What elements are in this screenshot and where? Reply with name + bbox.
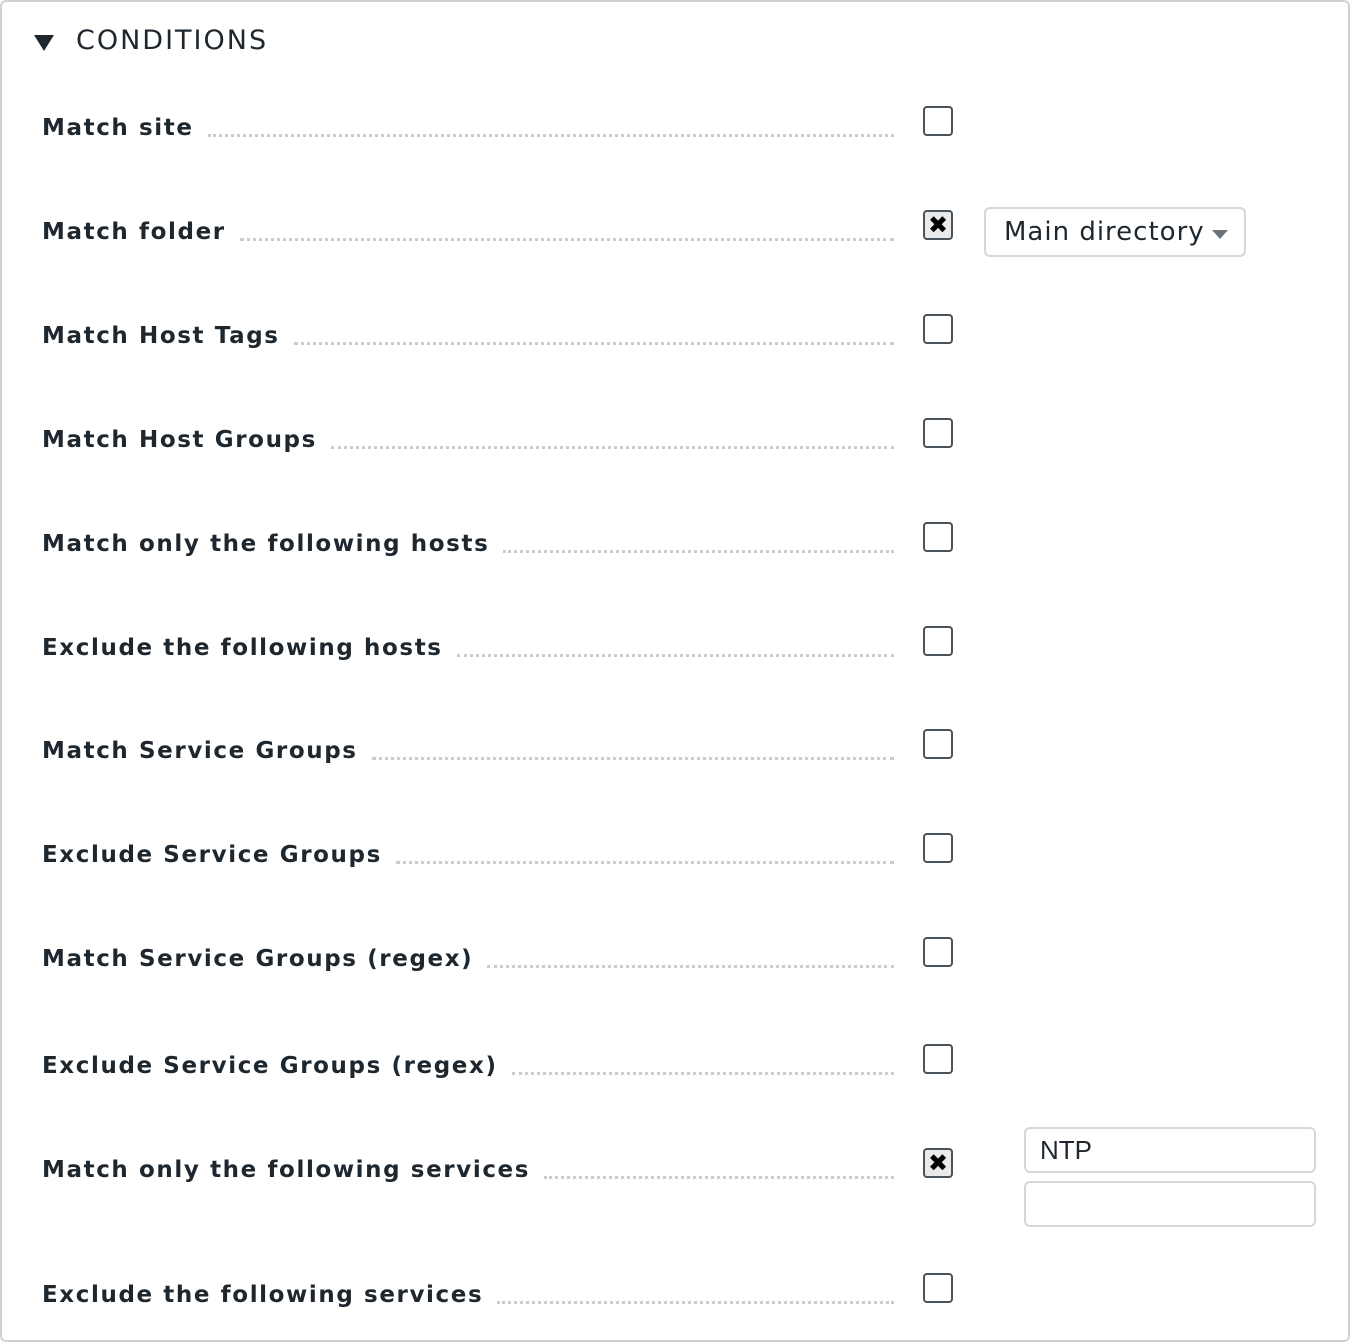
match-host-tags-checkbox[interactable] (923, 314, 953, 344)
condition-row-match-host-groups: Match Host Groups (42, 418, 1322, 460)
match-folder-checkbox[interactable]: ✖ (923, 210, 953, 240)
condition-label: Match site (42, 115, 194, 141)
match-service-groups-regex-checkbox[interactable] (923, 937, 953, 967)
dotted-leader (207, 133, 894, 137)
checked-x-icon: ✖ (927, 1149, 949, 1177)
folder-select[interactable]: Main directory (984, 207, 1246, 257)
dotted-leader (371, 756, 894, 760)
match-host-groups-checkbox[interactable] (923, 418, 953, 448)
condition-label: Match Service Groups (42, 738, 358, 764)
dotted-leader (239, 237, 894, 241)
condition-row-match-service-groups: Match Service Groups (42, 729, 1322, 771)
condition-row-match-hosts: Match only the following hosts (42, 522, 1322, 564)
triangle-down-icon[interactable] (34, 35, 54, 51)
condition-label: Exclude the following hosts (42, 635, 443, 661)
condition-label: Exclude the following services (42, 1282, 484, 1308)
condition-row-exclude-hosts: Exclude the following hosts (42, 626, 1322, 668)
condition-label: Match Service Groups (regex) (42, 946, 474, 972)
section-title: CONDITIONS (76, 24, 269, 56)
condition-row-match-service-groups-regex: Match Service Groups (regex) (42, 937, 1322, 979)
condition-label: Match only the following hosts (42, 531, 490, 557)
dotted-leader (511, 1071, 894, 1075)
exclude-service-groups-regex-checkbox[interactable] (923, 1044, 953, 1074)
match-services-checkbox[interactable]: ✖ (923, 1148, 953, 1178)
condition-row-exclude-service-groups: Exclude Service Groups (42, 833, 1322, 875)
condition-row-match-site: Match site (42, 106, 1322, 148)
chevron-down-icon (1212, 230, 1228, 239)
dotted-leader (503, 549, 894, 553)
dotted-leader (330, 445, 894, 449)
condition-label: Match Host Tags (42, 323, 280, 349)
condition-label: Exclude Service Groups (regex) (42, 1053, 498, 1079)
exclude-services-checkbox[interactable] (923, 1273, 953, 1303)
condition-label: Exclude Service Groups (42, 842, 382, 868)
match-hosts-checkbox[interactable] (923, 522, 953, 552)
service-pattern-input-2[interactable] (1024, 1181, 1316, 1227)
checked-x-icon: ✖ (927, 211, 949, 239)
dotted-leader (456, 653, 894, 657)
dotted-leader (293, 341, 894, 345)
condition-label: Match only the following services (42, 1157, 531, 1183)
condition-row-exclude-services: Exclude the following services (42, 1273, 1322, 1315)
condition-label: Match folder (42, 219, 226, 245)
service-pattern-input-1[interactable]: NTP (1024, 1127, 1316, 1173)
dotted-leader (497, 1300, 894, 1304)
conditions-header[interactable]: CONDITIONS (34, 20, 268, 60)
exclude-hosts-checkbox[interactable] (923, 626, 953, 656)
dotted-leader (487, 964, 894, 968)
folder-select-value: Main directory (1004, 217, 1205, 247)
conditions-panel: CONDITIONS Match site Match folder ✖ Mai… (0, 0, 1350, 1342)
dotted-leader (544, 1175, 894, 1179)
condition-label: Match Host Groups (42, 427, 317, 453)
condition-row-match-host-tags: Match Host Tags (42, 314, 1322, 356)
condition-row-exclude-service-groups-regex: Exclude Service Groups (regex) (42, 1044, 1322, 1086)
exclude-service-groups-checkbox[interactable] (923, 833, 953, 863)
dotted-leader (395, 860, 894, 864)
match-site-checkbox[interactable] (923, 106, 953, 136)
match-service-groups-checkbox[interactable] (923, 729, 953, 759)
